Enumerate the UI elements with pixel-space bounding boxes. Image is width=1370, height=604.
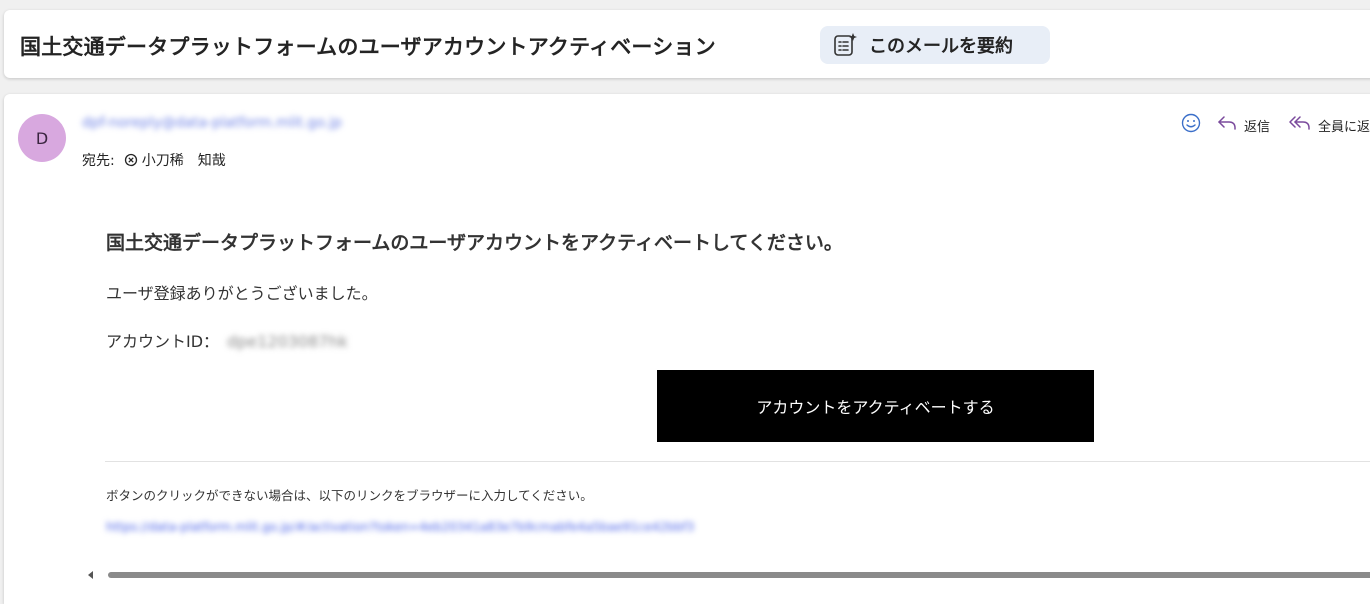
activation-link[interactable]: https://data-platform.mlit.go.jp/#/activ… xyxy=(106,520,694,534)
sender-address[interactable]: dpf-noreply@data-platform.mlit.go.jp xyxy=(82,115,342,131)
scrollbar-thumb[interactable] xyxy=(108,572,1370,578)
reply-all-button[interactable]: 全員に返信 xyxy=(1288,113,1370,137)
account-id-value: dpe1203087hk xyxy=(227,332,348,351)
account-id-line: アカウントID： dpe1203087hk xyxy=(106,328,348,352)
summarize-label: このメールを要約 xyxy=(869,36,1013,57)
subject-bar: 国土交通データプラットフォームのユーザアカウントアクティベーション このメールを… xyxy=(4,10,1370,78)
horizontal-scrollbar[interactable] xyxy=(88,570,1370,582)
reply-arrow-icon xyxy=(1216,113,1238,137)
remove-recipient-icon[interactable] xyxy=(124,153,138,167)
thanks-text: ユーザ登録ありがとうございました。 xyxy=(106,284,378,303)
reply-all-label: 全員に返信 xyxy=(1318,119,1370,135)
scroll-left-arrow-icon[interactable] xyxy=(88,571,93,579)
smiley-icon xyxy=(1180,112,1202,138)
emoji-reaction-button[interactable] xyxy=(1180,112,1202,138)
reply-button[interactable]: 返信 xyxy=(1216,113,1270,137)
to-label: 宛先: xyxy=(82,153,115,169)
message-actions: 返信 全員に返信 xyxy=(1180,112,1370,138)
sender-avatar[interactable]: D xyxy=(18,114,66,162)
recipient-line: 宛先: 小刀稀 知哉 xyxy=(82,150,226,170)
reply-all-arrow-icon xyxy=(1288,113,1312,137)
recipient-name[interactable]: 小刀稀 知哉 xyxy=(142,150,226,170)
activate-account-button[interactable]: アカウントをアクティベートする xyxy=(657,370,1094,442)
email-body-headline: 国土交通データプラットフォームのユーザアカウントをアクティベートしてください。 xyxy=(106,232,843,254)
fallback-note: ボタンのクリックができない場合は、以下のリンクをブラウザーに入力してください。 xyxy=(106,488,593,503)
account-id-label: アカウントID： xyxy=(106,332,220,351)
reply-label: 返信 xyxy=(1244,119,1271,135)
email-subject: 国土交通データプラットフォームのユーザアカウントアクティベーション xyxy=(20,35,716,59)
copilot-summary-icon xyxy=(832,32,858,58)
divider xyxy=(105,461,1370,462)
message-panel: D dpf-noreply@data-platform.mlit.go.jp 宛… xyxy=(4,94,1370,604)
summarize-email-button[interactable]: このメールを要約 xyxy=(820,26,1050,64)
